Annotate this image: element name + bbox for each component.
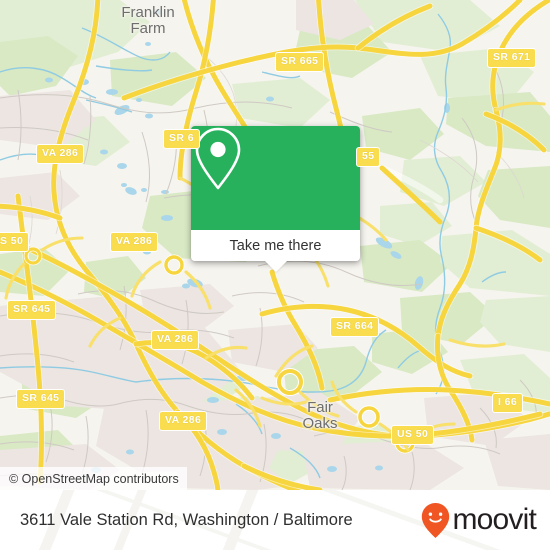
road-shield-us-50-west: S 50	[0, 232, 30, 252]
road-shield-55-clipped: 55	[356, 147, 381, 167]
road-shield-va-286-north: VA 286	[36, 144, 85, 164]
road-shield-sr-665: SR 665	[275, 52, 325, 72]
moovit-map-screenshot: .park { fill:#d8e9c4; } .park2 { fill:#e…	[0, 0, 550, 550]
road-shield-us-50-east: US 50	[391, 425, 435, 445]
road-shield-sr-6-clipped: SR 6	[163, 129, 200, 149]
popup-icon-area	[191, 126, 360, 230]
road-shield-sr-645-lower: SR 645	[16, 389, 66, 409]
popup-tail	[264, 261, 287, 272]
attribution-text: © OpenStreetMap contributors	[9, 471, 179, 486]
road-shield-sr-645-upper: SR 645	[7, 300, 57, 320]
road-shield-sr-671: SR 671	[487, 48, 537, 68]
road-shield-sr-664: SR 664	[330, 317, 380, 337]
popup-action-area[interactable]: Take me there	[191, 230, 360, 272]
place-label-franklin-farm: Franklin Farm	[121, 4, 175, 37]
map-canvas[interactable]: .park { fill:#d8e9c4; } .park2 { fill:#e…	[0, 0, 550, 490]
address-label: 3611 Vale Station Rd, Washington / Balti…	[20, 510, 353, 529]
footer-bar: 3611 Vale Station Rd, Washington / Balti…	[0, 490, 550, 550]
road-shield-i-66: I 66	[492, 393, 524, 413]
moovit-wordmark: moovit	[452, 503, 536, 536]
moovit-logo[interactable]: moovit	[420, 502, 537, 539]
location-popup-card[interactable]: Take me there	[191, 126, 360, 272]
take-me-there-label: Take me there	[229, 237, 322, 254]
road-shield-va-286-mid: VA 286	[110, 232, 159, 252]
place-label-fair-oaks: Fair Oaks	[302, 399, 338, 432]
map-attribution[interactable]: © OpenStreetMap contributors	[0, 467, 187, 490]
moovit-pin-icon	[422, 502, 450, 538]
road-shield-va-286-lower: VA 286	[151, 330, 200, 350]
road-shield-va-286-south: VA 286	[159, 411, 208, 431]
